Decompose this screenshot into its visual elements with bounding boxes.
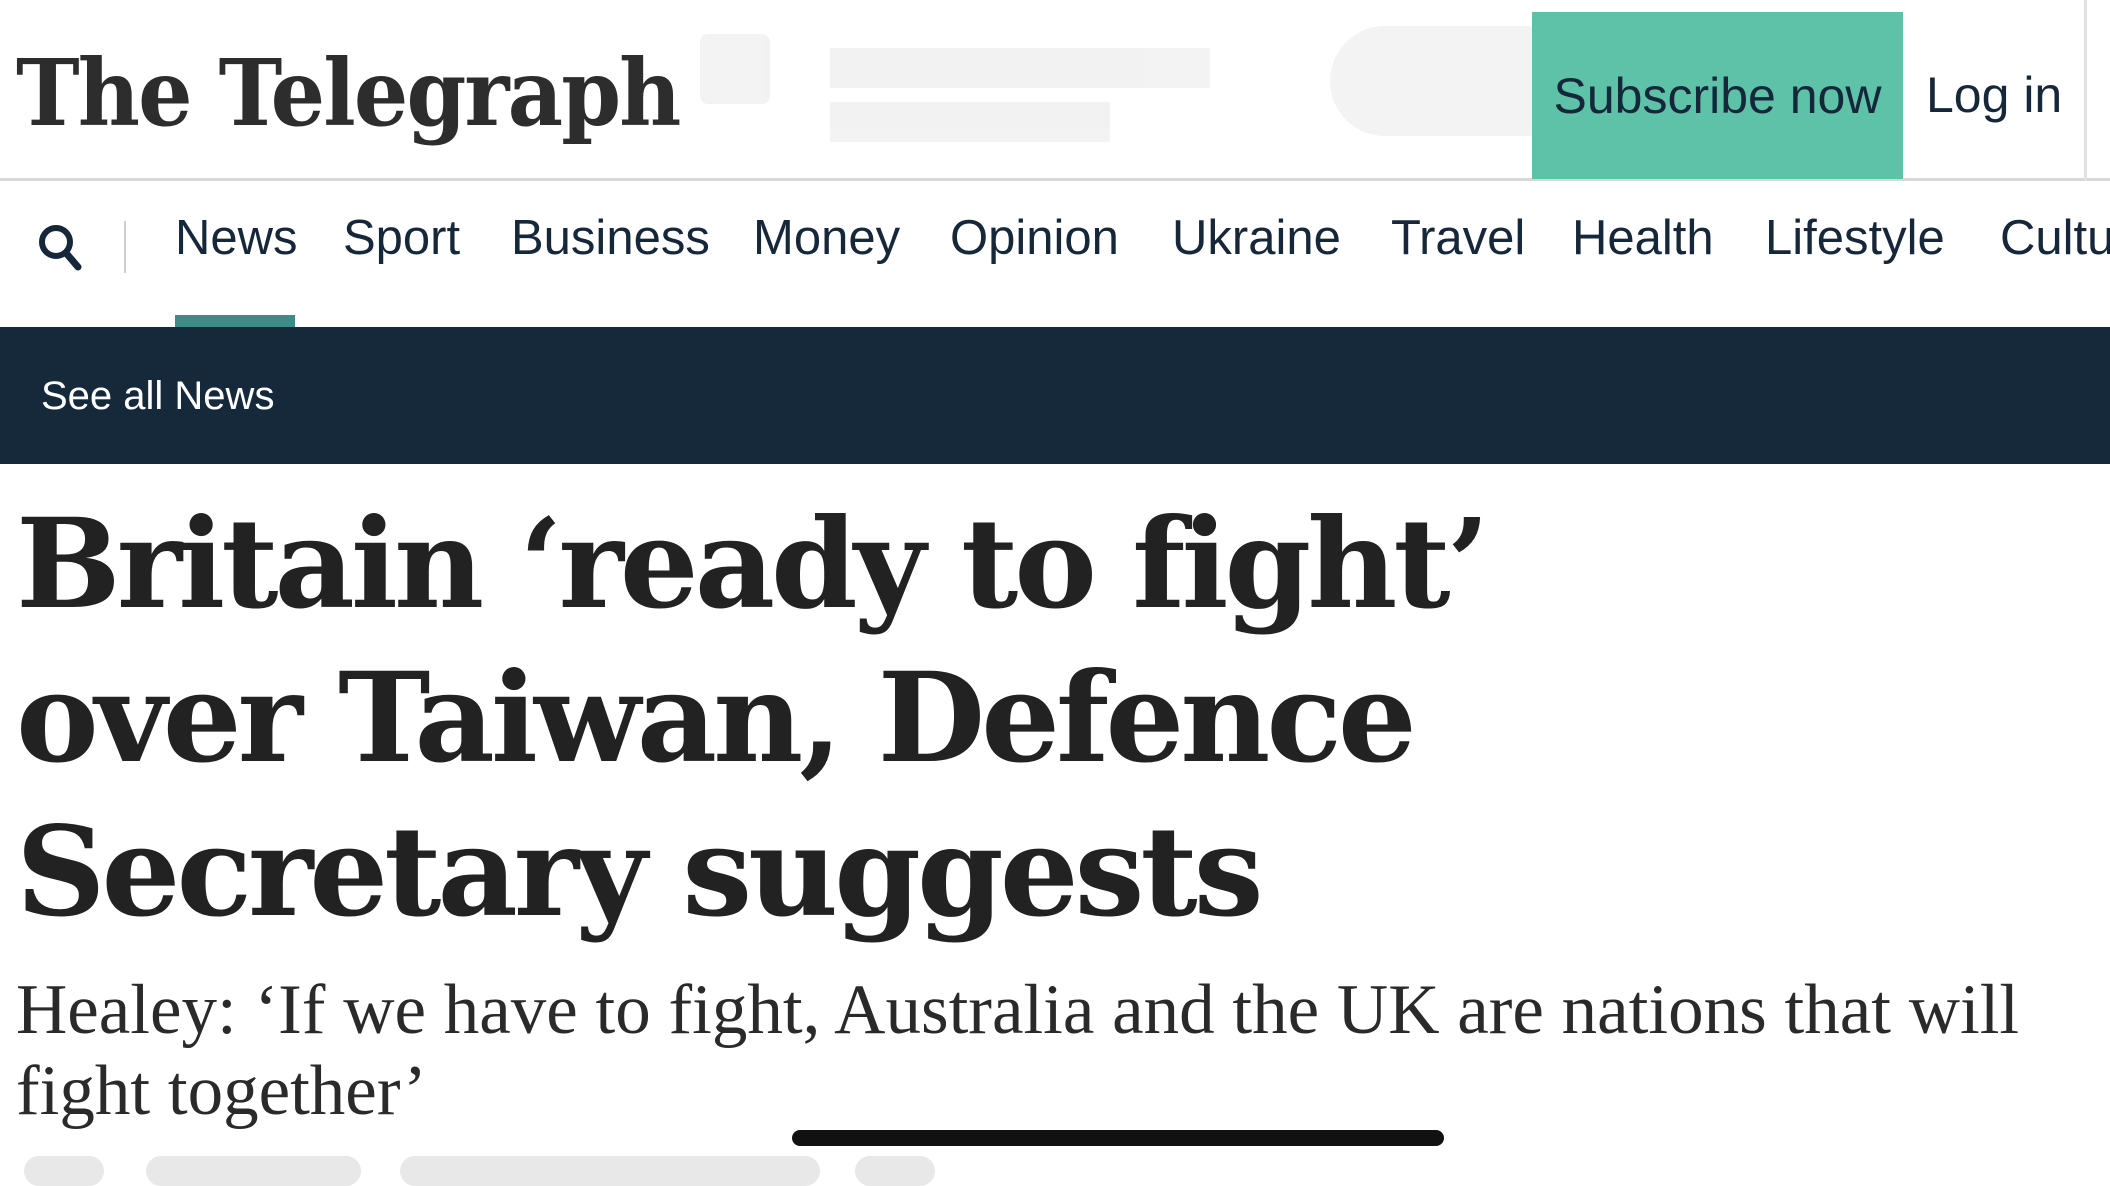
nav-active-indicator [175,315,295,327]
nav-item-news[interactable]: News [175,208,298,268]
toolbar-button[interactable] [400,1156,820,1186]
nav-item-travel[interactable]: Travel [1391,208,1525,268]
article-headline: Britain ‘ready to fight’ over Taiwan, De… [16,492,1490,945]
telegraph-logo[interactable]: The Telegraph [16,28,681,158]
toolbar-button[interactable] [855,1156,935,1186]
nav-item-health[interactable]: Health [1572,208,1714,268]
nav-item-sport[interactable]: Sport [343,208,460,268]
header-advert[interactable] [640,10,1580,160]
home-indicator[interactable] [792,1130,1444,1146]
nav-item-business[interactable]: Business [511,208,710,268]
advert-text [830,48,1210,88]
article-standfirst: Healey: ‘If we have to fight, Australia … [16,971,2020,1130]
header-divider [2084,0,2087,181]
toolbar-button[interactable] [146,1156,361,1186]
share-toolbar [0,1156,2110,1186]
nav-item-money[interactable]: Money [753,208,900,268]
advert-text [830,102,1110,142]
nav-item-ukraine[interactable]: Ukraine [1172,208,1341,268]
nav-items: News Sport Business Money Opinion Ukrain… [0,181,2110,327]
site-header: The Telegraph Subscribe now Log in [0,0,2110,181]
nav-item-opinion[interactable]: Opinion [950,208,1119,268]
toolbar-button[interactable] [24,1156,104,1186]
advert-logo [700,34,770,104]
login-link[interactable]: Log in [1926,12,2062,179]
nav-item-lifestyle[interactable]: Lifestyle [1765,208,1945,268]
main-navigation: News Sport Business Money Opinion Ukrain… [0,181,2110,327]
see-all-news-link[interactable]: See all News [41,363,274,429]
subscribe-button[interactable]: Subscribe now [1532,12,1903,179]
nav-item-culture[interactable]: Culture [2000,208,2110,268]
section-subnav: See all News [0,327,2110,464]
